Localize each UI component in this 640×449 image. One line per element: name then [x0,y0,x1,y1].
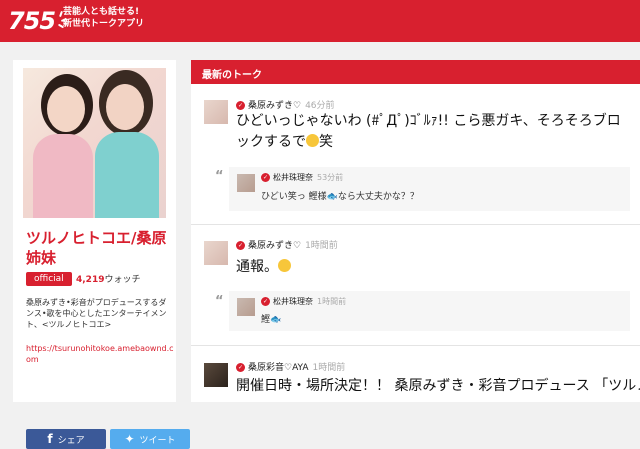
post-time: 1時間前 [312,363,346,373]
reply-message: 鰹🐟 [261,312,281,325]
post-time: 46分前 [305,101,335,111]
divider [191,224,640,225]
avatar[interactable] [204,100,228,124]
reply-message: ひどい笑っ 鰹様🐟なら大丈夫かな？？ [261,189,419,202]
annoyed-emoji-icon [306,134,319,147]
header: 755 芸能人とも話せる! 新世代トークアプリ [0,0,640,42]
reply-username-text: 松井珠理奈 [273,173,313,182]
post-message-end: 笑 [319,134,333,150]
profile-description: 桑原みずき•彩音がプロデュースするダンス•歌を中心としたエンターテイメント、<ツ… [26,298,167,329]
facebook-share-button[interactable]: f シェア [26,429,106,449]
post-message: 通報。 [236,257,291,278]
profile-card: ツルノヒトコエ/桑原姉妹 official 4,219ウォッチ 桑原みずき•彩音… [13,60,190,449]
post-username-text: 桑原みずき♡ [248,241,302,251]
talk-panel: 最新のトーク ✓ 桑原みずき♡ 46分前 ひどいっじゃないわ (#ﾟДﾟ)ｺﾞﾙｧ!… [191,60,640,402]
post-username-text: 桑原みずき♡ [248,101,302,111]
profile-name: ツルノヒトコエ/桑原姉妹 [26,229,167,267]
reply-username-text: 松井珠理奈 [273,297,313,306]
logo-text: 755 [8,7,56,35]
tagline: 芸能人とも話せる! 新世代トークアプリ [63,6,144,30]
reply-message-text: 鰹 [261,315,271,325]
facebook-icon: f [47,432,53,446]
post-username[interactable]: ✓ 桑原みずき♡ 1時間前 [236,238,338,251]
twitter-tweet-label: ツイート [139,435,176,446]
twitter-tweet-button[interactable]: ✦ ツイート [110,429,190,449]
reply-quote-icon: “ [215,169,224,184]
facebook-share-label: シェア [57,435,85,446]
reply-username[interactable]: ✓ 松井珠理奈 53分前 [261,172,343,183]
reply-message-end: なら大丈夫かな？？ [337,192,419,202]
divider [191,345,640,346]
verified-icon: ✓ [261,173,270,182]
avatar[interactable] [204,241,228,265]
reply-quote-icon: “ [215,294,224,309]
reply-message-text: ひどい笑っ 鰹様 [261,192,327,202]
avatar[interactable] [237,174,255,192]
post-message: ひどいっじゃないわ (#ﾟДﾟ)ｺﾞﾙｧ!! こら悪ガキ、そろそろブロックするで… [236,111,631,153]
verified-icon: ✓ [236,241,245,250]
profile-photo[interactable] [23,68,166,218]
tagline-line-2: 新世代トークアプリ [63,19,145,29]
avatar[interactable] [237,298,255,316]
watch-count-number: 4,219 [76,275,105,285]
annoyed-emoji-icon [278,259,291,272]
post-username-text: 桑原彩音♡AYA [248,363,309,373]
reply-username[interactable]: ✓ 松井珠理奈 1時間前 [261,296,346,307]
verified-icon: ✓ [236,101,245,110]
twitter-icon: ✦ [124,432,135,446]
logo[interactable]: 755 [8,4,68,38]
post-username[interactable]: ✓ 桑原みずき♡ 46分前 [236,98,335,111]
post-message-text: ひどいっじゃないわ (#ﾟДﾟ)ｺﾞﾙｧ!! こら悪ガキ、そろそろブロックするで [236,113,621,150]
profile-url-link[interactable]: https://tsurunohitokoe.amebaownd.com [26,343,174,365]
fish-emoji-icon: 🐟 [326,192,338,202]
fish-emoji-icon: 🐟 [270,315,282,325]
watch-count: 4,219ウォッチ [76,272,140,285]
verified-icon: ✓ [261,297,270,306]
reply-box: ✓ 松井珠理奈 1時間前 鰹🐟 [229,291,630,331]
official-badge: official [26,272,72,286]
reply-time: 1時間前 [317,297,347,306]
post-username[interactable]: ✓ 桑原彩音♡AYA 1時間前 [236,360,345,373]
watch-label: ウォッチ [104,275,141,285]
post-message-text: 通報。 [236,259,278,275]
talk-header: 最新のトーク [191,60,640,84]
reply-time: 53分前 [317,173,344,182]
reply-box: ✓ 松井珠理奈 53分前 ひどい笑っ 鰹様🐟なら大丈夫かな？？ [229,167,630,211]
talk-section-title: 最新のトーク [202,70,262,81]
post-message: 開催日時・場所決定！！ 桑原みずき・彩音プロデュース 「ツルノヒ [236,378,640,394]
post-time: 1時間前 [305,241,338,251]
verified-icon: ✓ [236,363,245,372]
tagline-line-1: 芸能人とも話せる! [63,7,140,17]
avatar[interactable] [204,363,228,387]
